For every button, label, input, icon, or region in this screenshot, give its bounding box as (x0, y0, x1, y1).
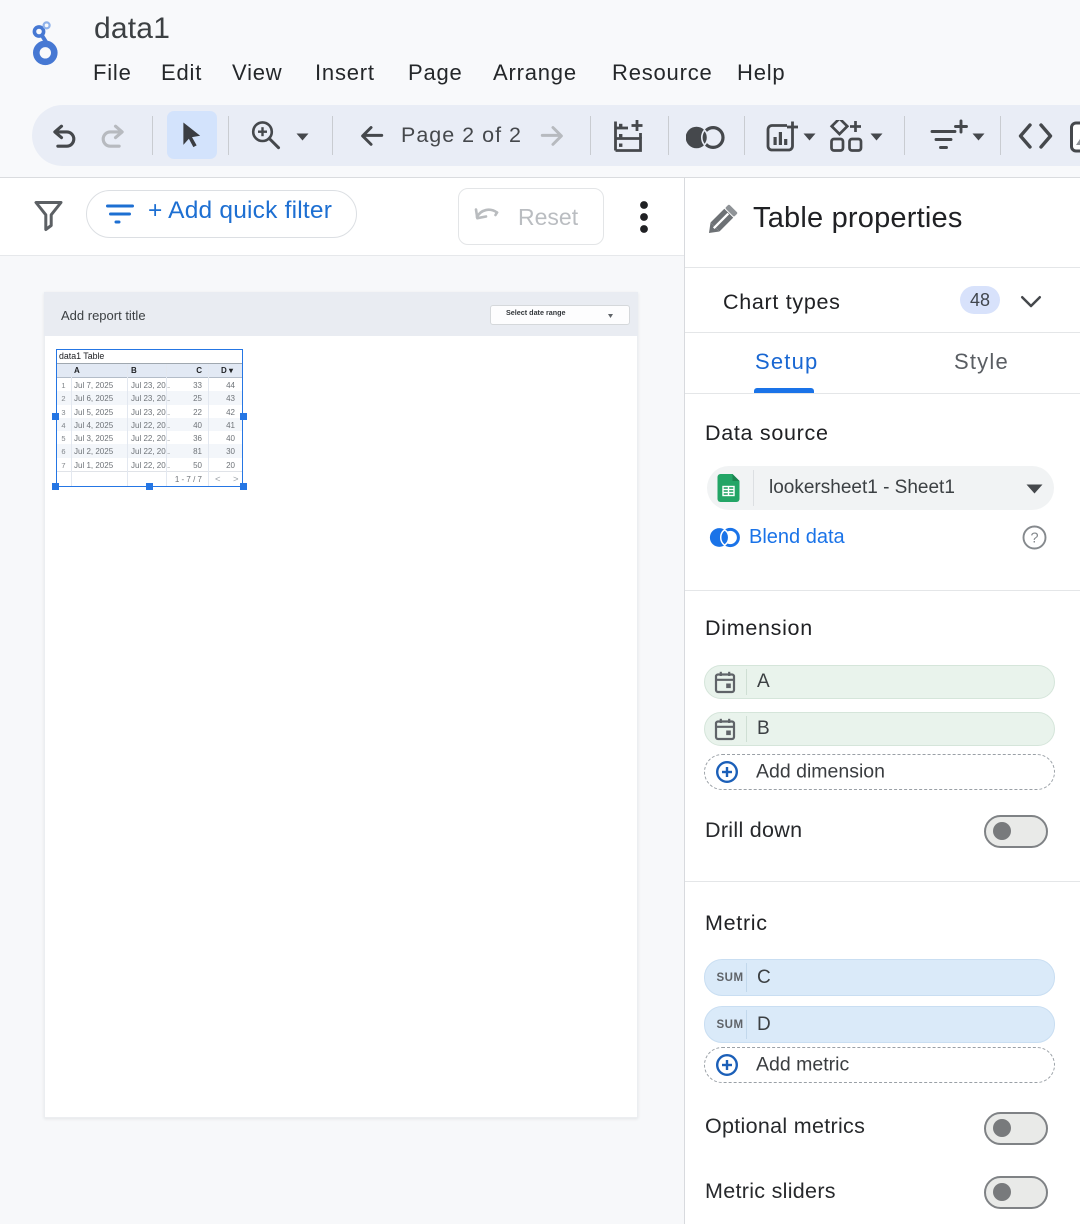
svg-text:?: ? (1030, 531, 1038, 547)
